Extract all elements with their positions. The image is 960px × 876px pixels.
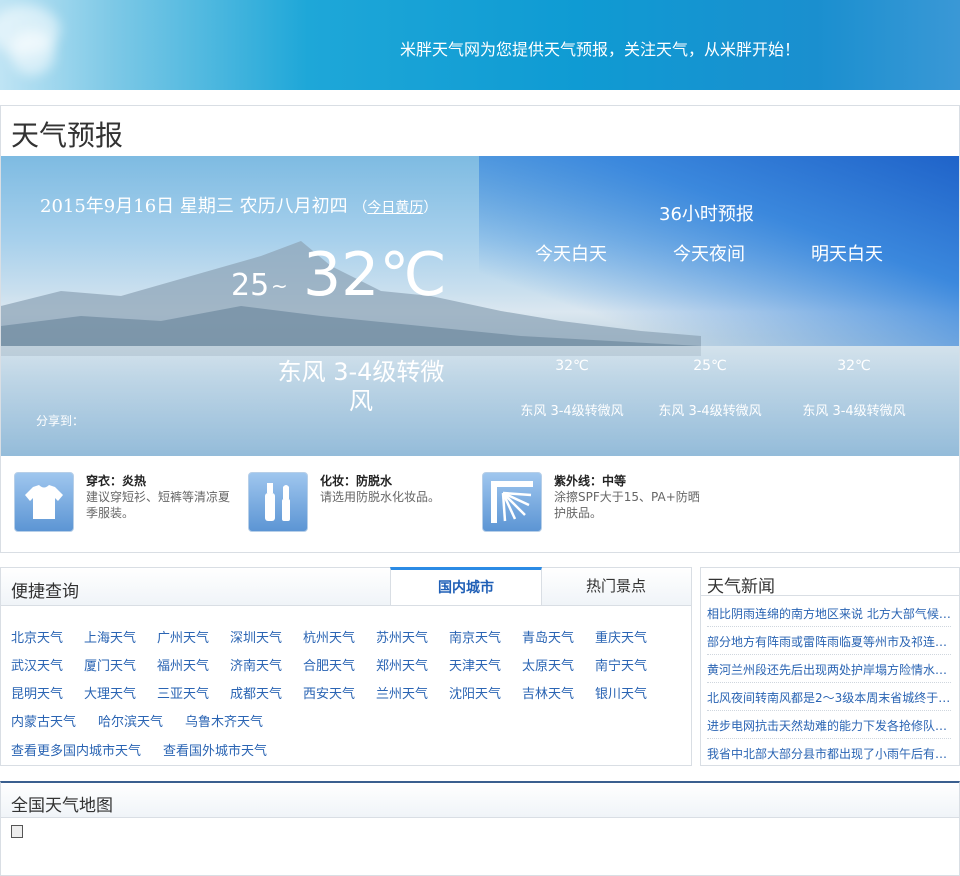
weather-map-panel: 全国天气地图 xyxy=(0,781,960,876)
temp-high: 32℃ xyxy=(303,240,447,310)
city-link[interactable]: 郑州天气 xyxy=(376,655,428,674)
almanac-link[interactable]: 今日黄历 xyxy=(367,200,423,216)
divider xyxy=(707,626,951,627)
period-tomorrow-day: 明天白天 xyxy=(811,244,883,265)
period-temp: 32℃ xyxy=(555,358,589,374)
foreign-cities-link[interactable]: 查看国外城市天气 xyxy=(163,740,267,759)
city-link[interactable]: 青岛天气 xyxy=(522,627,574,646)
period-temp: 32℃ xyxy=(837,358,871,374)
quick-search-header: 便捷查询 国内城市 热门景点 xyxy=(1,567,691,606)
more-domestic-link[interactable]: 查看更多国内城市天气 xyxy=(11,740,141,759)
period-wind: 东风 3-4级转微风 xyxy=(802,404,906,419)
share-label: 分享到： xyxy=(36,414,85,428)
news-link[interactable]: 北风夜间转南风都是2～3级本周末省城终于… xyxy=(707,689,951,706)
tip-desc: 请选用防脱水化妆品。 xyxy=(320,490,441,504)
top-banner: 米胖天气网为您提供天气预报，关注天气，从米胖开始！ xyxy=(0,0,960,90)
city-link[interactable]: 厦门天气 xyxy=(84,655,136,674)
period-today-day: 今天白天 xyxy=(535,244,607,265)
city-link[interactable]: 三亚天气 xyxy=(157,683,209,702)
news-title: 天气新闻 xyxy=(707,577,775,597)
city-link[interactable]: 内蒙古天气 xyxy=(11,711,76,730)
weather-news-panel: 天气新闻 相比阴雨连绵的南方地区来说 北方大部气候… 部分地方有阵雨或雷阵雨临夏… xyxy=(700,567,960,766)
period-wind: 东风 3-4级转微风 xyxy=(520,404,624,419)
tip-desc: 建议穿短衫、短裤等清凉夏季服装。 xyxy=(86,490,231,520)
city-link[interactable]: 济南天气 xyxy=(230,655,282,674)
forecast-36h-label: 36小时预报 xyxy=(659,204,754,225)
date-line: 2015年9月16日 星期三 农历八月初四 （今日黄历） xyxy=(40,192,437,218)
shirt-icon xyxy=(14,472,74,532)
tip-title: 穿衣：炎热 xyxy=(86,474,147,488)
city-link[interactable]: 武汉天气 xyxy=(11,655,63,674)
city-link[interactable]: 银川天气 xyxy=(595,683,647,702)
city-link[interactable]: 福州天气 xyxy=(157,655,209,674)
city-link[interactable]: 合肥天气 xyxy=(303,655,355,674)
period-temp: 25℃ xyxy=(693,358,727,374)
divider xyxy=(701,595,959,596)
city-link[interactable]: 吉林天气 xyxy=(522,683,574,702)
city-link[interactable]: 大理天气 xyxy=(84,683,136,702)
city-link[interactable]: 苏州天气 xyxy=(376,627,428,646)
banner-slogan: 米胖天气网为您提供天气预报，关注天气，从米胖开始！ xyxy=(400,40,801,59)
paren-open: （ xyxy=(353,200,368,216)
sun-uv-icon xyxy=(482,472,542,532)
news-link[interactable]: 部分地方有阵雨或雷阵雨临夏等州市及祁连… xyxy=(707,633,951,650)
divider xyxy=(707,682,951,683)
temp-separator: ~ xyxy=(271,274,288,298)
city-link[interactable]: 南宁天气 xyxy=(595,655,647,674)
city-link[interactable]: 北京天气 xyxy=(11,627,63,646)
paren-close: ） xyxy=(423,200,438,216)
forecast-panel: 天气预报 2015年9月16日 星期三 农历八月初四 （今日黄历） 25 ~ 3… xyxy=(0,105,960,553)
life-index-tips: 穿衣：炎热 建议穿短衫、短裤等清凉夏季服装。 化妆：防脱水 请选用防脱水化妆品。… xyxy=(1,456,959,552)
city-link[interactable]: 深圳天气 xyxy=(230,627,282,646)
city-link[interactable]: 重庆天气 xyxy=(595,627,647,646)
period-tonight: 今天夜间 xyxy=(673,244,745,265)
tab-hot-attractions[interactable]: 热门景点 xyxy=(541,568,691,605)
news-link[interactable]: 相比阴雨连绵的南方地区来说 北方大部气候… xyxy=(707,605,951,622)
city-link[interactable]: 太原天气 xyxy=(522,655,574,674)
current-date: 2015年9月16日 星期三 农历八月初四 xyxy=(40,196,348,217)
city-link[interactable]: 西安天气 xyxy=(303,683,355,702)
period-wind: 东风 3-4级转微风 xyxy=(658,404,762,419)
quick-search-panel: 便捷查询 国内城市 热门景点 北京天气 上海天气 广州天气 深圳天气 杭州天气 … xyxy=(0,567,692,766)
city-link[interactable]: 天津天气 xyxy=(449,655,501,674)
city-link[interactable]: 昆明天气 xyxy=(11,683,63,702)
city-link[interactable]: 成都天气 xyxy=(230,683,282,702)
tip-title: 化妆：防脱水 xyxy=(320,474,393,488)
map-title: 全国天气地图 xyxy=(11,796,113,816)
broken-image-icon xyxy=(11,825,23,838)
temp-low: 25 xyxy=(231,268,270,303)
quick-search-title: 便捷查询 xyxy=(11,582,79,602)
map-header: 全国天气地图 xyxy=(1,783,959,818)
tab-domestic-cities[interactable]: 国内城市 xyxy=(390,567,542,605)
news-link[interactable]: 黄河兰州段还先后出现两处护岸塌方险情水… xyxy=(707,661,951,678)
city-link[interactable]: 南京天气 xyxy=(449,627,501,646)
tip-desc: 涂擦SPF大于15、PA+防晒护肤品。 xyxy=(554,490,700,520)
cloud-decoration xyxy=(10,30,55,75)
city-link[interactable]: 哈尔滨天气 xyxy=(98,711,163,730)
divider xyxy=(707,710,951,711)
cosmetics-icon xyxy=(248,472,308,532)
news-link[interactable]: 进步电网抗击天然劫难的能力下发各抢修队… xyxy=(707,717,951,734)
wind-main: 东风 3-4级转微风 xyxy=(277,358,445,415)
city-link[interactable]: 上海天气 xyxy=(84,627,136,646)
city-link[interactable]: 沈阳天气 xyxy=(449,683,501,702)
divider xyxy=(707,654,951,655)
forecast-title: 天气预报 xyxy=(11,119,124,152)
tip-title: 紫外线：中等 xyxy=(554,474,627,488)
divider xyxy=(707,738,951,739)
forecast-hero: 2015年9月16日 星期三 农历八月初四 （今日黄历） 25 ~ 32℃ 东风… xyxy=(1,156,959,456)
city-link[interactable]: 乌鲁木齐天气 xyxy=(185,711,263,730)
news-link[interactable]: 我省中北部大部分县市都出现了小雨午后有… xyxy=(707,745,951,762)
city-link[interactable]: 杭州天气 xyxy=(303,627,355,646)
city-link[interactable]: 兰州天气 xyxy=(376,683,428,702)
city-link[interactable]: 广州天气 xyxy=(157,627,209,646)
